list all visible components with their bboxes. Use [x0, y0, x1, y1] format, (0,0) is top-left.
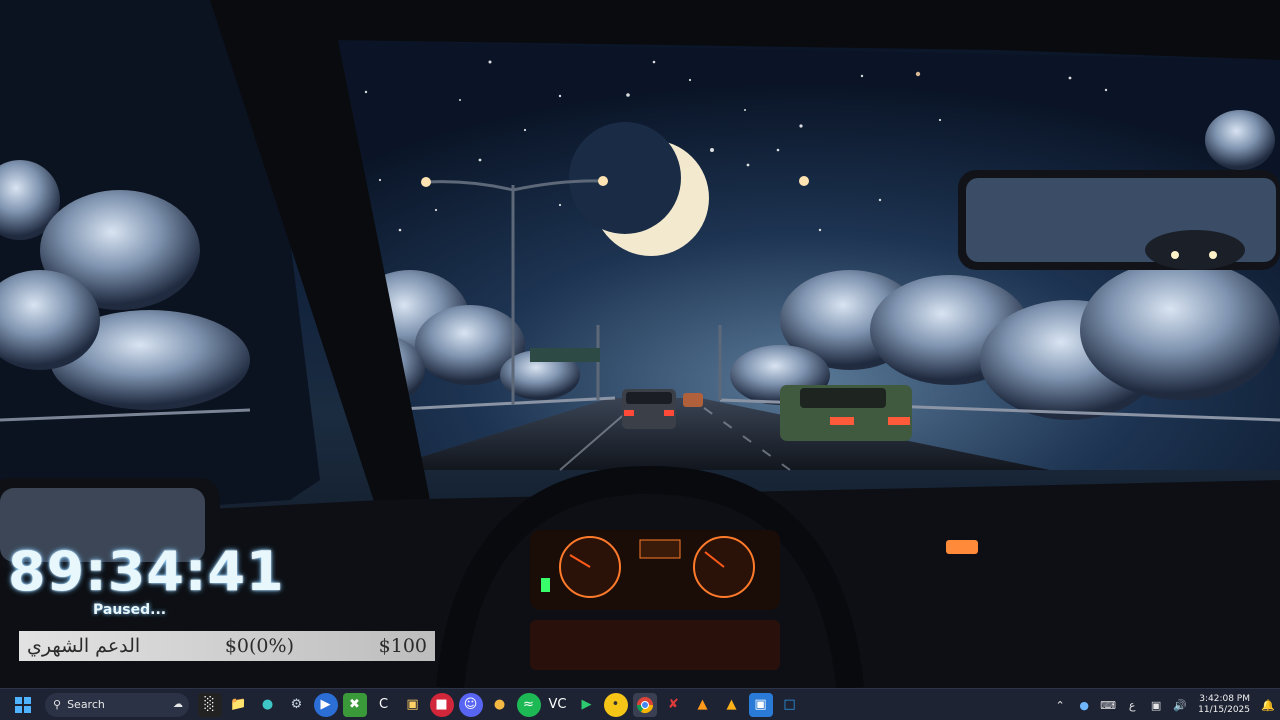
taskbar-search[interactable]: ⚲ Search ☁ — [45, 692, 189, 717]
search-icon: ⚲ — [53, 698, 62, 711]
dash-light — [946, 540, 978, 554]
taskbar: ⚲ Search ☁ ░ 📁 ● ⚙ ▶ ✖ C ▣ ■ ☺ ● ≈ VC ▶ … — [0, 688, 1280, 720]
chrome-icon[interactable] — [632, 692, 657, 717]
xbox-icon[interactable]: ✖ — [342, 692, 367, 717]
microphone-icon[interactable]: ● — [1073, 694, 1095, 716]
volume-icon[interactable]: 🔊 — [1169, 694, 1191, 716]
steam-icon[interactable]: ⚙ — [285, 693, 309, 717]
store-icon[interactable]: ▣ — [401, 693, 425, 717]
app-yellow-icon[interactable]: • — [603, 692, 628, 717]
network-icon[interactable]: ▣ — [1145, 694, 1167, 716]
donation-goal-bar: الدعم الشهري $0(0%) $100 — [19, 631, 435, 661]
system-tray: ⌃ ● ⌨ ع ▣ 🔊 3:42:08 PM 11/15/2025 🔔 — [1048, 689, 1280, 720]
edge-icon[interactable]: ● — [256, 693, 280, 717]
donation-current: $0(0%) — [224, 635, 294, 657]
app-face-icon[interactable]: ● — [488, 693, 512, 717]
rear-view-mirror — [958, 170, 1280, 270]
discord-icon[interactable]: ☺ — [458, 692, 483, 717]
file-explorer-icon[interactable]: 📁 — [227, 693, 251, 717]
app-blue-2-icon[interactable]: □ — [778, 693, 802, 717]
clock-date: 11/15/2025 — [1198, 705, 1250, 715]
app-orange-icon[interactable]: ▲ — [691, 693, 715, 717]
spotify-icon[interactable]: ≈ — [516, 692, 541, 717]
keyboard-icon[interactable]: ⌨ — [1097, 694, 1119, 716]
countdown-timer: 89:34:41 — [8, 540, 285, 603]
start-icon[interactable] — [11, 693, 35, 717]
app-blue-icon[interactable]: ▣ — [748, 692, 773, 717]
chevron-up-icon[interactable]: ⌃ — [1049, 694, 1071, 716]
terminal-icon[interactable]: ░ — [197, 692, 222, 717]
clock-time: 3:42:08 PM — [1199, 694, 1250, 704]
donation-label: الدعم الشهري — [27, 635, 141, 657]
app-x-icon[interactable]: ✘ — [662, 693, 686, 717]
search-highlight-icon: ☁ — [173, 699, 183, 710]
instrument-cluster — [530, 530, 780, 670]
timer-status: Paused... — [93, 602, 167, 618]
c-app-icon[interactable]: C — [372, 693, 396, 717]
language-indicator[interactable]: ع — [1121, 694, 1143, 716]
car-ahead-1 — [622, 389, 676, 429]
notification-icon[interactable]: 🔔 — [1257, 694, 1279, 716]
system-clock[interactable]: 3:42:08 PM 11/15/2025 — [1198, 694, 1250, 716]
app-green-icon[interactable]: ▶ — [575, 693, 599, 717]
app-icon[interactable]: ▶ — [313, 692, 338, 717]
search-placeholder: Search — [67, 698, 105, 711]
app-red-icon[interactable]: ■ — [429, 692, 454, 717]
car-ahead-2 — [780, 385, 912, 441]
app-orange-2-icon[interactable]: ▲ — [720, 693, 744, 717]
vc-icon[interactable]: VC — [546, 693, 570, 717]
donation-goal: $100 — [378, 635, 427, 657]
